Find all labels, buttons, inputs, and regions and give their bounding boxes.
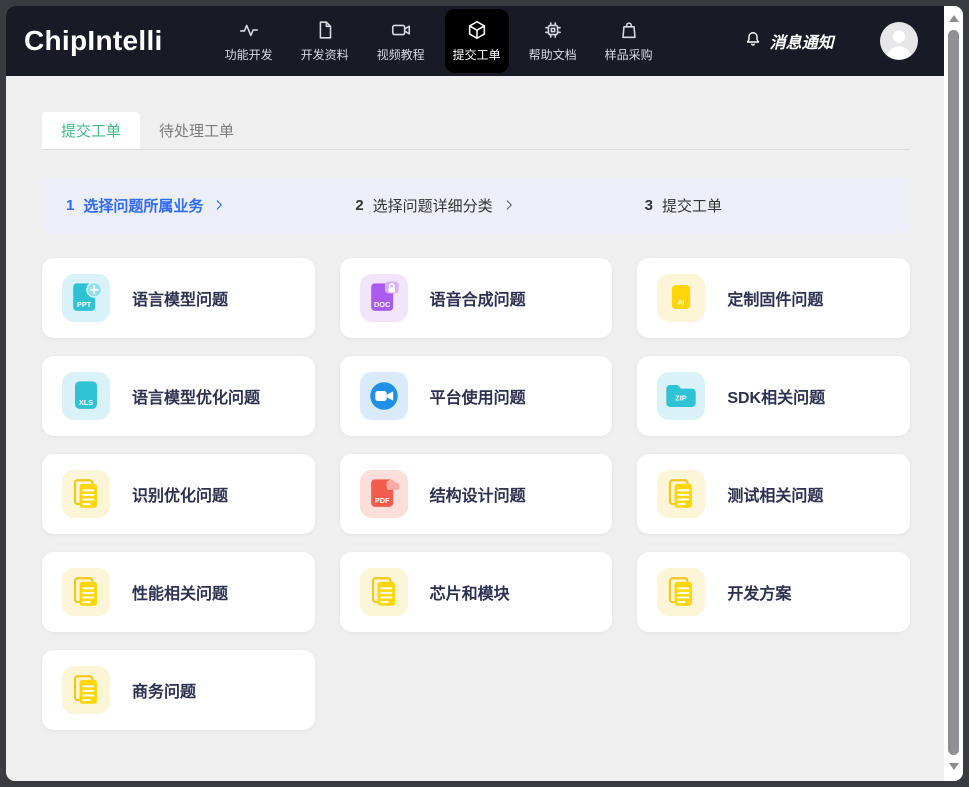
svg-text:PDF: PDF — [374, 496, 389, 505]
category-card[interactable]: PDF 结构设计问题 — [339, 454, 613, 534]
ppt-file-icon: PPT — [62, 274, 110, 322]
category-label: 语言模型问题 — [132, 292, 229, 309]
ai-file-icon: AI — [657, 274, 706, 322]
pages-icon — [62, 666, 110, 714]
pdf-file-icon: PDF — [359, 470, 408, 518]
category-label: 语音合成问题 — [429, 292, 526, 309]
file-icon — [314, 19, 336, 41]
pages-icon — [359, 568, 408, 616]
step-label: 选择问题详细分类 — [372, 197, 493, 215]
category-card[interactable]: ZIP SDK相关问题 — [637, 356, 910, 436]
pages-icon — [657, 568, 706, 616]
category-card[interactable]: 芯片和模块 — [339, 552, 613, 632]
zip-folder-icon: ZIP — [657, 372, 706, 420]
step-number: 1 — [66, 196, 75, 214]
category-grid: PPT 语言模型问题 DOC 语音合成问题 AI 定制固件问题 XLS 语言模型… — [42, 258, 910, 730]
pages-icon — [62, 568, 110, 616]
scrollbar-thumb[interactable] — [948, 30, 959, 755]
nav-item[interactable]: 提交工单 — [444, 9, 509, 73]
doc-file-icon: DOC — [359, 274, 408, 322]
chip-icon — [542, 19, 564, 41]
top-navigation-bar: ChipIntelli 功能开发 开发资料 视频教程 提交工单 帮助文档 样品采… — [6, 6, 944, 76]
nav-item[interactable]: 视频教程 — [369, 9, 433, 73]
category-label: 性能相关问题 — [132, 586, 229, 603]
tab[interactable]: 待处理工单 — [140, 112, 253, 149]
main-nav: 功能开发 开发资料 视频教程 提交工单 帮助文档 样品采购 — [217, 9, 661, 73]
page: ChipIntelli 功能开发 开发资料 视频教程 提交工单 帮助文档 样品采… — [6, 6, 944, 781]
main-content: 提交工单 待处理工单 1 选择问题所属业务 2 选择问题详细分类 3 提交工单 P… — [6, 76, 944, 781]
notifications-label: 消息通知 — [769, 35, 834, 52]
category-card[interactable]: 开发方案 — [637, 552, 910, 632]
category-label: 测试相关问题 — [727, 488, 824, 505]
bell-icon — [743, 29, 763, 54]
step-label: 选择问题所属业务 — [83, 197, 204, 215]
chevron-right-icon — [502, 198, 516, 212]
category-label: SDK相关问题 — [727, 390, 826, 407]
video-icon — [390, 19, 412, 41]
pages-icon — [62, 470, 110, 518]
category-card[interactable]: DOC 语音合成问题 — [339, 258, 613, 338]
category-card[interactable]: 商务问题 — [42, 650, 315, 730]
step-number: 3 — [644, 196, 653, 214]
scroll-up-arrow[interactable] — [948, 15, 959, 22]
svg-text:PPT: PPT — [77, 300, 92, 309]
category-label: 平台使用问题 — [429, 390, 526, 407]
wizard-step: 3 提交工单 — [621, 195, 910, 216]
svg-text:XLS: XLS — [79, 398, 93, 407]
category-label: 商务问题 — [132, 684, 197, 701]
category-label: 开发方案 — [727, 586, 792, 603]
wizard-stepper: 1 选择问题所属业务 2 选择问题详细分类 3 提交工单 — [42, 177, 910, 233]
category-card[interactable]: PPT 语言模型问题 — [42, 258, 315, 338]
ticket-tabs: 提交工单 待处理工单 — [42, 112, 910, 150]
browser-viewport: ChipIntelli 功能开发 开发资料 视频教程 提交工单 帮助文档 样品采… — [6, 6, 963, 781]
svg-text:DOC: DOC — [374, 300, 391, 309]
notifications-button[interactable]: 消息通知 — [743, 29, 834, 54]
svg-text:AI: AI — [678, 299, 685, 306]
shopping-bag-icon — [618, 19, 640, 41]
pages-icon — [657, 470, 706, 518]
cube-icon — [466, 19, 488, 41]
nav-item[interactable]: 样品采购 — [597, 9, 661, 73]
tab[interactable]: 提交工单 — [42, 112, 141, 149]
vertical-scrollbar[interactable] — [944, 6, 963, 781]
category-card[interactable]: XLS 语言模型优化问题 — [42, 356, 315, 436]
category-card[interactable]: 平台使用问题 — [339, 356, 613, 436]
category-label: 结构设计问题 — [429, 488, 526, 505]
category-card[interactable]: AI 定制固件问题 — [637, 258, 910, 338]
activity-icon — [238, 19, 260, 41]
category-label: 识别优化问题 — [132, 488, 229, 505]
nav-item[interactable]: 帮助文档 — [521, 9, 585, 73]
nav-item[interactable]: 功能开发 — [217, 9, 281, 73]
scroll-down-arrow[interactable] — [948, 763, 959, 770]
category-card[interactable]: 识别优化问题 — [42, 454, 315, 534]
xls-file-icon: XLS — [62, 372, 110, 420]
svg-text:ZIP: ZIP — [676, 394, 688, 403]
category-label: 语言模型优化问题 — [132, 390, 261, 407]
brand-logo: ChipIntelli — [24, 25, 163, 56]
step-number: 2 — [355, 196, 364, 214]
nav-item[interactable]: 开发资料 — [293, 9, 357, 73]
step-label: 提交工单 — [662, 197, 723, 215]
wizard-step: 1 选择问题所属业务 — [42, 195, 331, 216]
video-camera-icon — [359, 372, 408, 420]
category-card[interactable]: 测试相关问题 — [637, 454, 910, 534]
category-label: 芯片和模块 — [429, 586, 510, 603]
category-label: 定制固件问题 — [727, 292, 824, 309]
wizard-step: 2 选择问题详细分类 — [331, 195, 620, 216]
app-root: { "colors": { "brand_green": "#42b983", … — [0, 0, 969, 787]
chevron-right-icon — [212, 198, 226, 212]
category-card[interactable]: 性能相关问题 — [42, 552, 315, 632]
user-avatar[interactable] — [879, 22, 918, 60]
